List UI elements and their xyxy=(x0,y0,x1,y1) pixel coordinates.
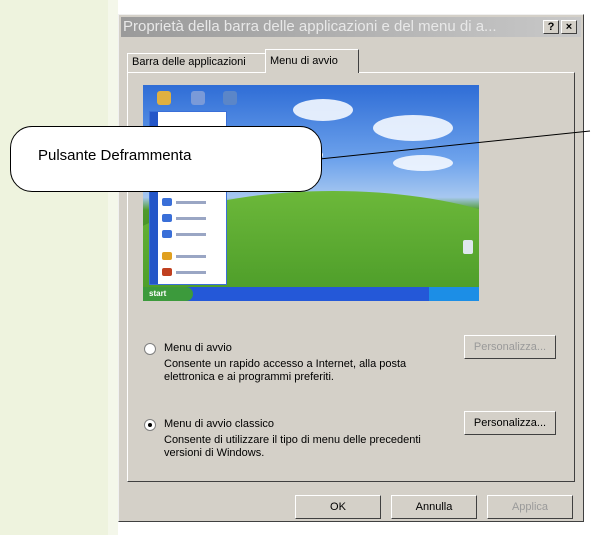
recycle-bin-icon xyxy=(463,240,473,254)
background-panel-edge xyxy=(108,0,118,535)
dialog-title: Proprietà della barra delle applicazioni… xyxy=(123,18,497,35)
radio-menu-classico[interactable] xyxy=(144,419,156,431)
tab-menu-di-avvio[interactable]: Menu di avvio xyxy=(265,49,359,73)
callout-text: Pulsante Deframmenta xyxy=(38,147,192,164)
desktop-icon xyxy=(157,91,171,105)
cancel-button[interactable]: Annulla xyxy=(391,495,477,519)
start-menu-item-text xyxy=(176,271,206,274)
close-button[interactable]: × xyxy=(561,20,577,34)
preview-start-button: start xyxy=(143,287,193,301)
option-description-menu-classico: Consente di utilizzare il tipo di menu d… xyxy=(164,434,421,459)
option-label-menu-di-avvio[interactable]: Menu di avvio xyxy=(164,342,232,354)
start-menu-item-icon xyxy=(162,214,172,222)
start-menu-item-icon xyxy=(162,198,172,206)
radio-menu-di-avvio[interactable] xyxy=(144,343,156,355)
background-panel xyxy=(0,0,108,535)
start-menu-item-text xyxy=(176,255,206,258)
desktop-icon xyxy=(191,91,205,105)
start-menu-preview: start xyxy=(143,85,479,301)
ok-button[interactable]: OK xyxy=(295,495,381,519)
option-description-menu-di-avvio: Consente un rapido accesso a Internet, a… xyxy=(164,358,407,383)
customize-button-classic-menu[interactable]: Personalizza... xyxy=(464,411,556,435)
desktop-icon xyxy=(223,91,237,105)
preview-tray xyxy=(429,287,479,301)
start-menu-item-text xyxy=(176,201,206,204)
start-menu-item-text xyxy=(176,233,206,236)
tab-barra-applicazioni[interactable]: Barra delle applicazioni xyxy=(127,53,267,72)
title-bar[interactable]: Proprietà della barra delle applicazioni… xyxy=(121,17,581,37)
callout-pointer xyxy=(310,130,591,161)
callout-pointer-line xyxy=(310,130,591,161)
start-menu-item-text xyxy=(176,217,206,220)
preview-cloud xyxy=(293,99,353,121)
customize-button-start-menu[interactable]: Personalizza... xyxy=(464,335,556,359)
option-label-menu-classico[interactable]: Menu di avvio classico xyxy=(164,418,274,430)
preview-taskbar: start xyxy=(143,287,479,301)
start-menu-item-icon xyxy=(162,268,172,276)
start-menu-item-icon xyxy=(162,252,172,260)
start-menu-item-icon xyxy=(162,230,172,238)
taskbar-properties-dialog: Proprietà della barra delle applicazioni… xyxy=(118,14,584,522)
help-button[interactable]: ? xyxy=(543,20,559,34)
apply-button[interactable]: Applica xyxy=(487,495,573,519)
